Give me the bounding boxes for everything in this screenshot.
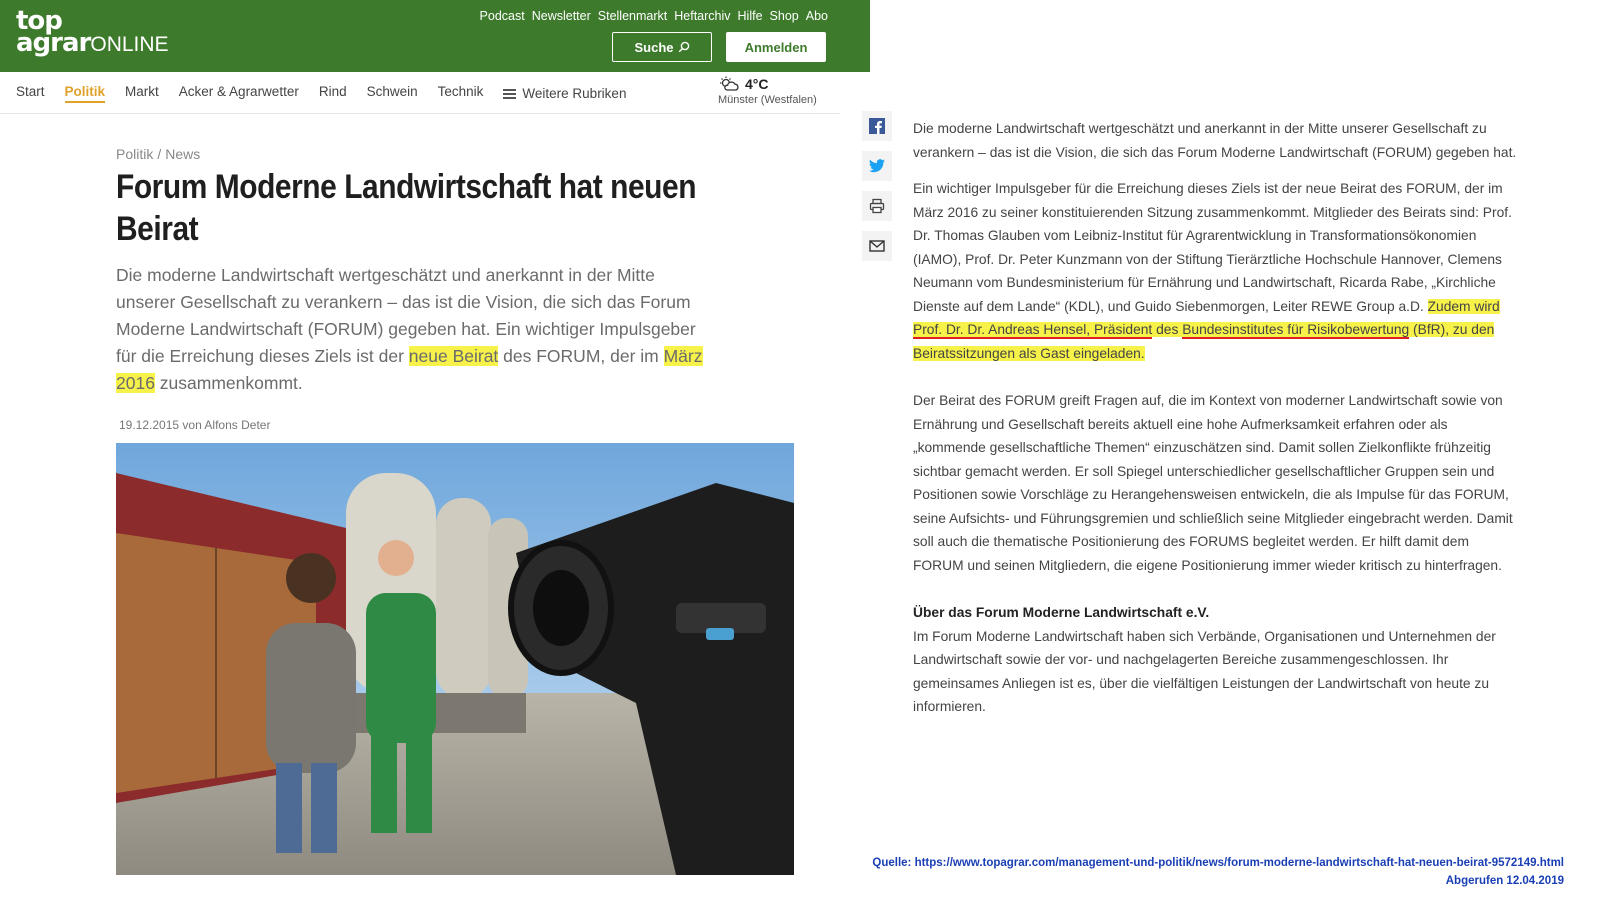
- breadcrumb-news[interactable]: News: [165, 146, 200, 162]
- article-meta: 19.12.2015 von Alfons Deter: [119, 418, 271, 432]
- facebook-icon: [869, 118, 885, 134]
- article-title: Forum Moderne Landwirtschaft hat neuen B…: [116, 168, 697, 248]
- nav-item-acker-agrarwetter[interactable]: Acker & Agrarwetter: [179, 84, 299, 103]
- link-hilfe[interactable]: Hilfe: [738, 9, 763, 23]
- link-podcast[interactable]: Podcast: [480, 9, 525, 23]
- print-button[interactable]: [862, 191, 892, 221]
- mail-share-button[interactable]: [862, 231, 892, 261]
- source-url: Quelle: https://www.topagrar.com/managem…: [872, 857, 1564, 869]
- link-heftarchiv[interactable]: Heftarchiv: [674, 9, 730, 23]
- nav-item-technik[interactable]: Technik: [438, 84, 484, 103]
- body-p4-text: Im Forum Moderne Landwirtschaft haben si…: [913, 628, 1496, 715]
- breadcrumb: Politik / News: [116, 146, 201, 162]
- menu-icon: [503, 88, 517, 99]
- body-p4-heading: Über das Forum Moderne Landwirtschaft e.…: [913, 605, 1210, 620]
- nav-more-rubriken[interactable]: Weitere Rubriken: [503, 84, 626, 103]
- share-bar: [862, 111, 892, 261]
- weather-widget[interactable]: 4°C Münster (Westfalen): [718, 76, 838, 106]
- nav-item-start[interactable]: Start: [16, 84, 45, 103]
- article-photo: [116, 443, 794, 875]
- link-abo[interactable]: Abo: [806, 9, 828, 23]
- site-logo[interactable]: top agrarONLINE: [16, 8, 169, 56]
- service-links: Podcast Newsletter Stellenmarkt Heftarch…: [480, 9, 828, 23]
- body-paragraph-1: Die moderne Landwirtschaft wertgeschätzt…: [913, 121, 1517, 160]
- lead-text-2: des FORUM, der im: [498, 346, 664, 366]
- link-stellenmarkt[interactable]: Stellenmarkt: [598, 9, 667, 23]
- article-body: Die moderne Landwirtschaft wertgeschätzt…: [913, 117, 1521, 732]
- body-p2-hl-hensel: Prof. Dr. Dr. Andreas Hensel, Präsident: [913, 322, 1153, 339]
- facebook-share-button[interactable]: [862, 111, 892, 141]
- link-shop[interactable]: Shop: [770, 9, 799, 23]
- login-button[interactable]: Anmelden: [726, 32, 826, 62]
- site-header: top agrarONLINE Podcast Newsletter Stell…: [0, 0, 870, 72]
- source-date: Abgerufen 12.04.2019: [1445, 875, 1564, 887]
- article-lead: Die moderne Landwirtschaft wertgeschätzt…: [116, 262, 716, 397]
- mail-icon: [869, 240, 885, 252]
- print-icon: [869, 198, 885, 214]
- breadcrumb-politik[interactable]: Politik: [116, 146, 153, 162]
- nav-more-label: Weitere Rubriken: [522, 86, 627, 101]
- body-paragraph-4: Über das Forum Moderne Landwirtschaft e.…: [913, 601, 1521, 719]
- lead-text-3: zusammenkommt.: [154, 373, 303, 393]
- nav-item-markt[interactable]: Markt: [125, 84, 159, 103]
- body-paragraph-3: Der Beirat des FORUM greift Fragen auf, …: [913, 393, 1513, 573]
- main-navigation: Start Politik Markt Acker & Agrarwetter …: [0, 72, 840, 114]
- link-newsletter[interactable]: Newsletter: [532, 9, 591, 23]
- nav-item-schwein[interactable]: Schwein: [367, 84, 418, 103]
- body-paragraph-2: Ein wichtiger Impulsgeber für die Erreic…: [913, 177, 1521, 365]
- logo-text-online: ONLINE: [90, 33, 169, 56]
- body-p2-hl-c: des: [1152, 322, 1183, 337]
- weather-city: Münster (Westfalen): [718, 94, 817, 106]
- nav-item-politik[interactable]: Politik: [64, 84, 106, 103]
- body-p2-text: Ein wichtiger Impulsgeber für die Erreic…: [913, 181, 1512, 314]
- body-p2-hl-a: Zudem wird: [1427, 298, 1500, 314]
- twitter-share-button[interactable]: [862, 151, 892, 181]
- nav-item-rind[interactable]: Rind: [319, 84, 347, 103]
- lead-highlight-beirat: neue Beirat: [408, 346, 499, 366]
- search-button-label: Suche: [634, 39, 674, 55]
- cloud-sun-icon: [720, 76, 739, 91]
- twitter-icon: [869, 159, 885, 173]
- weather-temperature: 4°C: [745, 76, 769, 92]
- source-note: Quelle: https://www.topagrar.com/managem…: [872, 854, 1564, 890]
- logo-text-agrar: agrar: [16, 28, 91, 58]
- search-button[interactable]: Suche: [612, 32, 712, 62]
- search-icon: [678, 41, 689, 53]
- body-p2-hl-bfr: Bundesinstitutes für Risikobewertung: [1182, 322, 1410, 339]
